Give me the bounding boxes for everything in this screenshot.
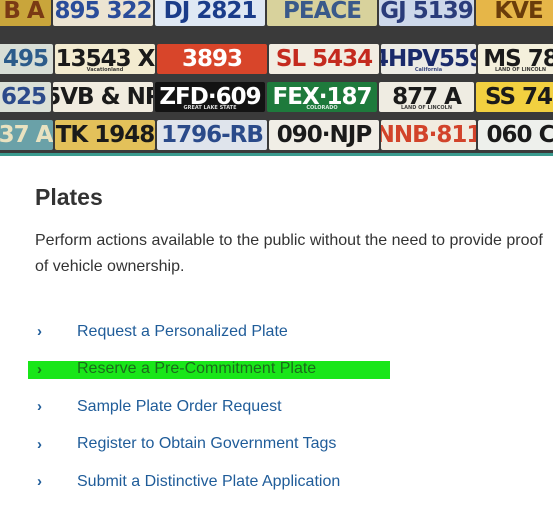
license-plate: 13543 X Vacationland	[55, 44, 155, 74]
link-sample-plate-order-request[interactable]: › Sample Plate Order Request	[35, 388, 340, 426]
license-plate: SS 74	[476, 82, 553, 112]
plate-number: DJ 2821	[163, 0, 258, 24]
license-plate: DJ 2821	[155, 0, 265, 26]
plate-row: B A 895 322 DJ 2821 PEACE GJ 5139 KVE	[0, 0, 553, 28]
plate-number: B A	[3, 0, 44, 24]
section-description: Perform actions available to the public …	[35, 232, 543, 275]
link-label[interactable]: Register to Obtain Government Tags	[77, 435, 336, 453]
plate-number: 3893	[181, 46, 243, 72]
page-title: Plates	[35, 184, 103, 210]
plate-number: 37 A	[0, 122, 53, 148]
license-plate: NNB·811	[381, 120, 476, 150]
license-plates-banner: B A 895 322 DJ 2821 PEACE GJ 5139 KVE 495 13543…	[0, 0, 553, 156]
chevron-right-icon: ›	[37, 398, 42, 416]
license-plate: 5VB & NP	[53, 82, 153, 112]
license-plate: PEACE	[267, 0, 377, 26]
license-plate: 3893	[157, 44, 267, 74]
chevron-right-icon: ›	[37, 323, 42, 341]
link-reserve-pre-commitment-plate[interactable]: › Reserve a Pre-Commitment Plate	[28, 351, 390, 389]
license-plate: 060 C	[478, 120, 553, 150]
chevron-right-icon: ›	[37, 360, 42, 378]
plate-state-label: Vacationland	[86, 67, 124, 73]
license-plate: KVE	[476, 0, 553, 26]
license-plate: FEX·187 COLORADO	[267, 82, 377, 112]
plate-number: KVE	[494, 0, 543, 24]
link-request-personalized-plate[interactable]: › Request a Personalized Plate	[35, 313, 340, 351]
license-plate: MS 78 LAND OF LINCOLN	[478, 44, 553, 74]
plate-number: 625	[0, 84, 47, 110]
link-register-government-tags[interactable]: › Register to Obtain Government Tags	[35, 426, 340, 464]
license-plate: 877 A LAND OF LINCOLN	[379, 82, 474, 112]
plate-number: TK 1948	[55, 122, 155, 148]
plate-number: PEACE	[283, 0, 362, 24]
license-plate: 895 322	[53, 0, 153, 26]
plate-number: SL 5434	[275, 46, 373, 72]
plate-row: 37 A TK 1948 1796-RB 090·NJP NNB·811 060 C	[0, 118, 553, 152]
plate-number: 1796-RB	[161, 122, 264, 148]
plate-actions-list: › Request a Personalized Plate › Reserve…	[28, 313, 390, 501]
license-plate: TK 1948	[55, 120, 155, 150]
license-plate: 625	[0, 82, 51, 112]
banner-accent-line	[0, 153, 553, 156]
license-plate: 37 A	[0, 120, 53, 150]
plate-state-label: COLORADO	[306, 105, 338, 111]
license-plate: SL 5434	[269, 44, 379, 74]
link-label[interactable]: Submit a Distinctive Plate Application	[77, 473, 340, 491]
plate-number: NNB·811	[381, 122, 476, 148]
plate-number: 060 C	[486, 122, 553, 148]
license-plate: B A	[0, 0, 51, 26]
plate-number: GJ 5139	[380, 0, 473, 24]
plate-row: 6255VB & NPZFD·609GREAT LAKE STATEFEX·18…	[0, 80, 553, 114]
plate-state-label: LAND OF LINCOLN	[494, 67, 547, 73]
link-label[interactable]: Request a Personalized Plate	[77, 323, 288, 341]
license-plate: ZFD·609 GREAT LAKE STATE	[155, 82, 265, 112]
plate-number: 090·NJP	[276, 122, 372, 148]
license-plate: 1796-RB	[157, 120, 267, 150]
chevron-right-icon: ›	[37, 473, 42, 491]
plate-state-label: GREAT LAKE STATE	[183, 105, 237, 111]
plate-number: 895 322	[54, 0, 152, 24]
plate-state-label: LAND OF LINCOLN	[400, 105, 453, 111]
license-plate: 495	[0, 44, 53, 74]
plate-number: 495	[2, 46, 49, 72]
chevron-right-icon: ›	[37, 435, 42, 453]
plate-number: 5VB & NP	[53, 84, 153, 110]
license-plate: 090·NJP	[269, 120, 379, 150]
license-plate: 4HPV559California	[381, 44, 476, 74]
plate-row: 49513543 XVacationland 3893 SL 5434 4HPV559…	[0, 42, 553, 76]
link-label[interactable]: Sample Plate Order Request	[77, 398, 282, 416]
plate-number: SS 74	[484, 84, 553, 110]
license-plate: GJ 5139	[379, 0, 474, 26]
link-submit-distinctive-plate-application[interactable]: › Submit a Distinctive Plate Application	[35, 463, 340, 501]
link-label[interactable]: Reserve a Pre-Commitment Plate	[77, 360, 316, 378]
plate-state-label: California	[414, 67, 443, 73]
